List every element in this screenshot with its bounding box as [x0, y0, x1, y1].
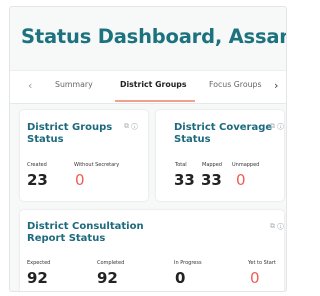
stat-label: Mapped	[202, 162, 222, 168]
card-title-line1: District Groups	[27, 122, 113, 133]
card-title: District Consultation Report Status	[27, 221, 144, 245]
page-title: Status Dashboard, Assam	[21, 25, 287, 48]
district-consultation-report-status-card: District Consultation Report Status ⧉ ⓘ …	[20, 210, 284, 291]
card-actions-icon[interactable]: ⧉ ⓘ	[124, 122, 138, 131]
stat-value: 23	[27, 171, 48, 189]
card-title: District Coverage Status	[174, 122, 272, 146]
stat-label: Without Secretary	[74, 162, 120, 168]
stat-value: 92	[97, 269, 118, 287]
card-actions-icon[interactable]: ⧉ ⓘ	[270, 222, 284, 231]
stat-value: 33	[201, 171, 222, 189]
tab-bar: ‹ Summary District Groups Focus Groups ›	[10, 70, 286, 104]
active-tab-indicator	[115, 100, 195, 102]
district-coverage-status-card: District Coverage Status ⧉ ⓘ Total 33 Ma…	[156, 110, 284, 201]
stat-value: 33	[174, 171, 195, 189]
card-title: District Groups Status	[27, 122, 112, 146]
stat-label: Yet to Start	[248, 260, 276, 266]
stat-label: Unmapped	[232, 162, 260, 168]
tab-district-groups[interactable]: District Groups	[120, 80, 186, 89]
stat-label: Expected	[27, 260, 51, 266]
card-title-line2: Status	[174, 134, 211, 145]
card-title-line1: District Consultation	[27, 221, 144, 232]
stat-value: 0	[250, 269, 260, 287]
stat-label: Created	[27, 162, 47, 168]
tab-summary[interactable]: Summary	[55, 80, 93, 89]
card-title-line2: Status	[27, 134, 64, 145]
card-title-line2: Report Status	[27, 233, 106, 244]
stat-label: Total	[175, 162, 187, 168]
chevron-right-icon[interactable]: ›	[274, 79, 278, 92]
stat-label: Completed	[97, 260, 125, 266]
district-groups-status-card: District Groups Status ⧉ ⓘ Created 23 Wi…	[20, 110, 148, 201]
stat-value: 0	[175, 269, 186, 287]
dashboard-panel: Status Dashboard, Assam ‹ Summary Distri…	[9, 6, 287, 292]
card-title-line1: District Coverage	[174, 122, 273, 133]
card-actions-icon[interactable]: ⧉ ⓘ	[270, 122, 284, 131]
stat-label: In Progress	[174, 260, 202, 266]
stat-value: 92	[27, 269, 48, 287]
tab-focus-groups[interactable]: Focus Groups	[209, 80, 262, 89]
chevron-left-icon[interactable]: ‹	[28, 79, 32, 92]
stat-value: 0	[75, 171, 85, 189]
stat-value: 0	[236, 171, 246, 189]
